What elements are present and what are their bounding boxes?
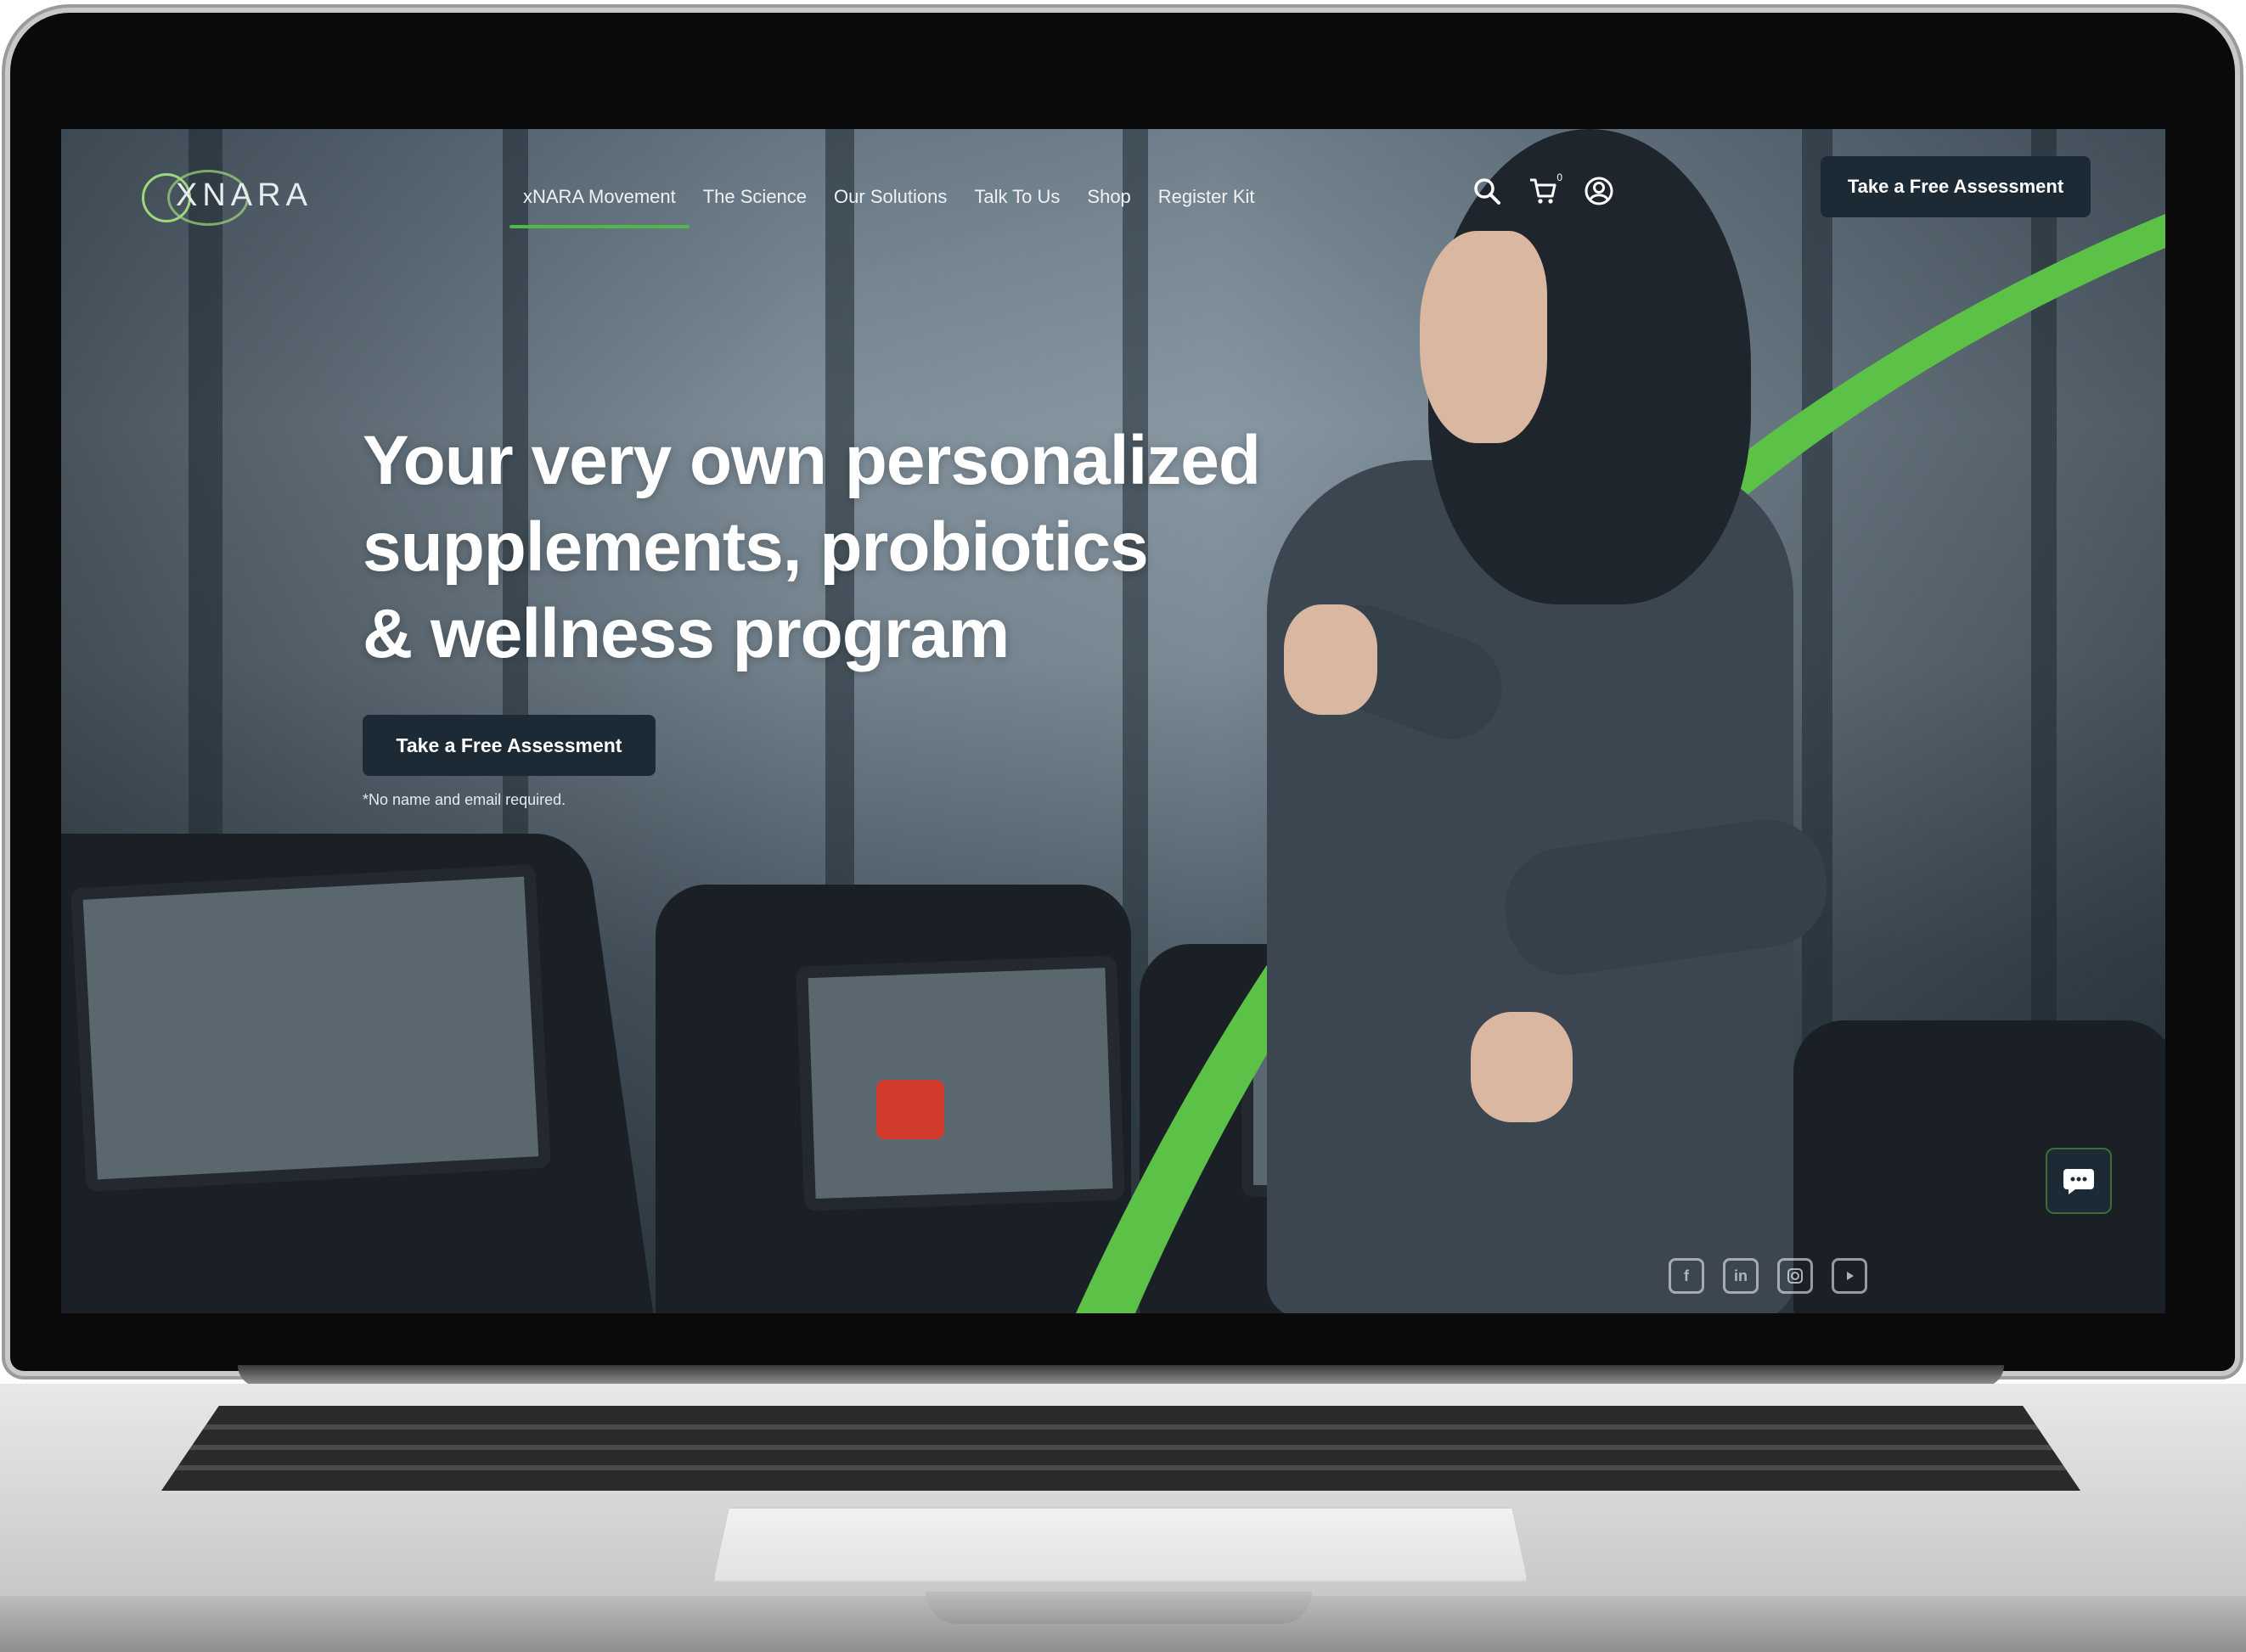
chat-button[interactable]: [2046, 1148, 2112, 1214]
search-icon[interactable]: [1471, 175, 1503, 207]
header-icons: 0: [1471, 171, 1615, 207]
hero-assessment-button[interactable]: Take a Free Assessment: [363, 715, 656, 776]
hero-title-line: supplements, probiotics: [363, 509, 1149, 586]
xnara-logo[interactable]: XNARA: [142, 163, 312, 231]
nav-item-talk-to-us[interactable]: Talk To Us: [960, 176, 1073, 218]
runner-face: [1420, 231, 1547, 443]
hero-title-line: & wellness program: [363, 595, 1010, 672]
laptop-keyboard: [161, 1406, 2080, 1491]
header-assessment-button[interactable]: Take a Free Assessment: [1821, 156, 2091, 217]
facebook-icon[interactable]: f: [1669, 1258, 1704, 1294]
laptop-opening-notch: [926, 1592, 1312, 1624]
runner-hand: [1471, 1012, 1573, 1122]
chat-icon: [2063, 1169, 2094, 1194]
hero-title-line: Your very own personalized: [363, 422, 1261, 499]
nav-item-shop[interactable]: Shop: [1073, 176, 1144, 218]
nav-item-xnara-movement[interactable]: xNARA Movement: [509, 176, 690, 228]
hero-disclaimer-note: *No name and email required.: [363, 791, 566, 808]
nav-item-register-kit[interactable]: Register Kit: [1145, 176, 1269, 218]
laptop-trackpad: [713, 1507, 1528, 1582]
keyboard-row: [161, 1465, 2080, 1470]
cart-count-badge: 0: [1556, 171, 1562, 183]
background-brand-lettering: [594, 0, 1613, 13]
keyboard-row: [161, 1424, 2080, 1430]
instagram-icon[interactable]: [1777, 1258, 1813, 1294]
main-navigation: xNARA Movement The Science Our Solutions…: [509, 176, 1269, 228]
account-icon[interactable]: [1583, 175, 1615, 207]
nav-item-the-science[interactable]: The Science: [690, 176, 820, 218]
linkedin-icon[interactable]: in: [1723, 1258, 1759, 1294]
website-screen: XNARA xNARA Movement The Science Our Sol…: [61, 129, 2165, 1313]
hero-title: Your very own personalized supplements, …: [363, 418, 1339, 677]
social-links: f in: [1669, 1258, 1867, 1294]
youtube-icon[interactable]: [1832, 1258, 1867, 1294]
logo-text: XNARA: [176, 177, 312, 213]
keyboard-row: [161, 1445, 2080, 1450]
nav-item-our-solutions[interactable]: Our Solutions: [820, 176, 960, 218]
cart-icon[interactable]: 0: [1527, 171, 1562, 207]
